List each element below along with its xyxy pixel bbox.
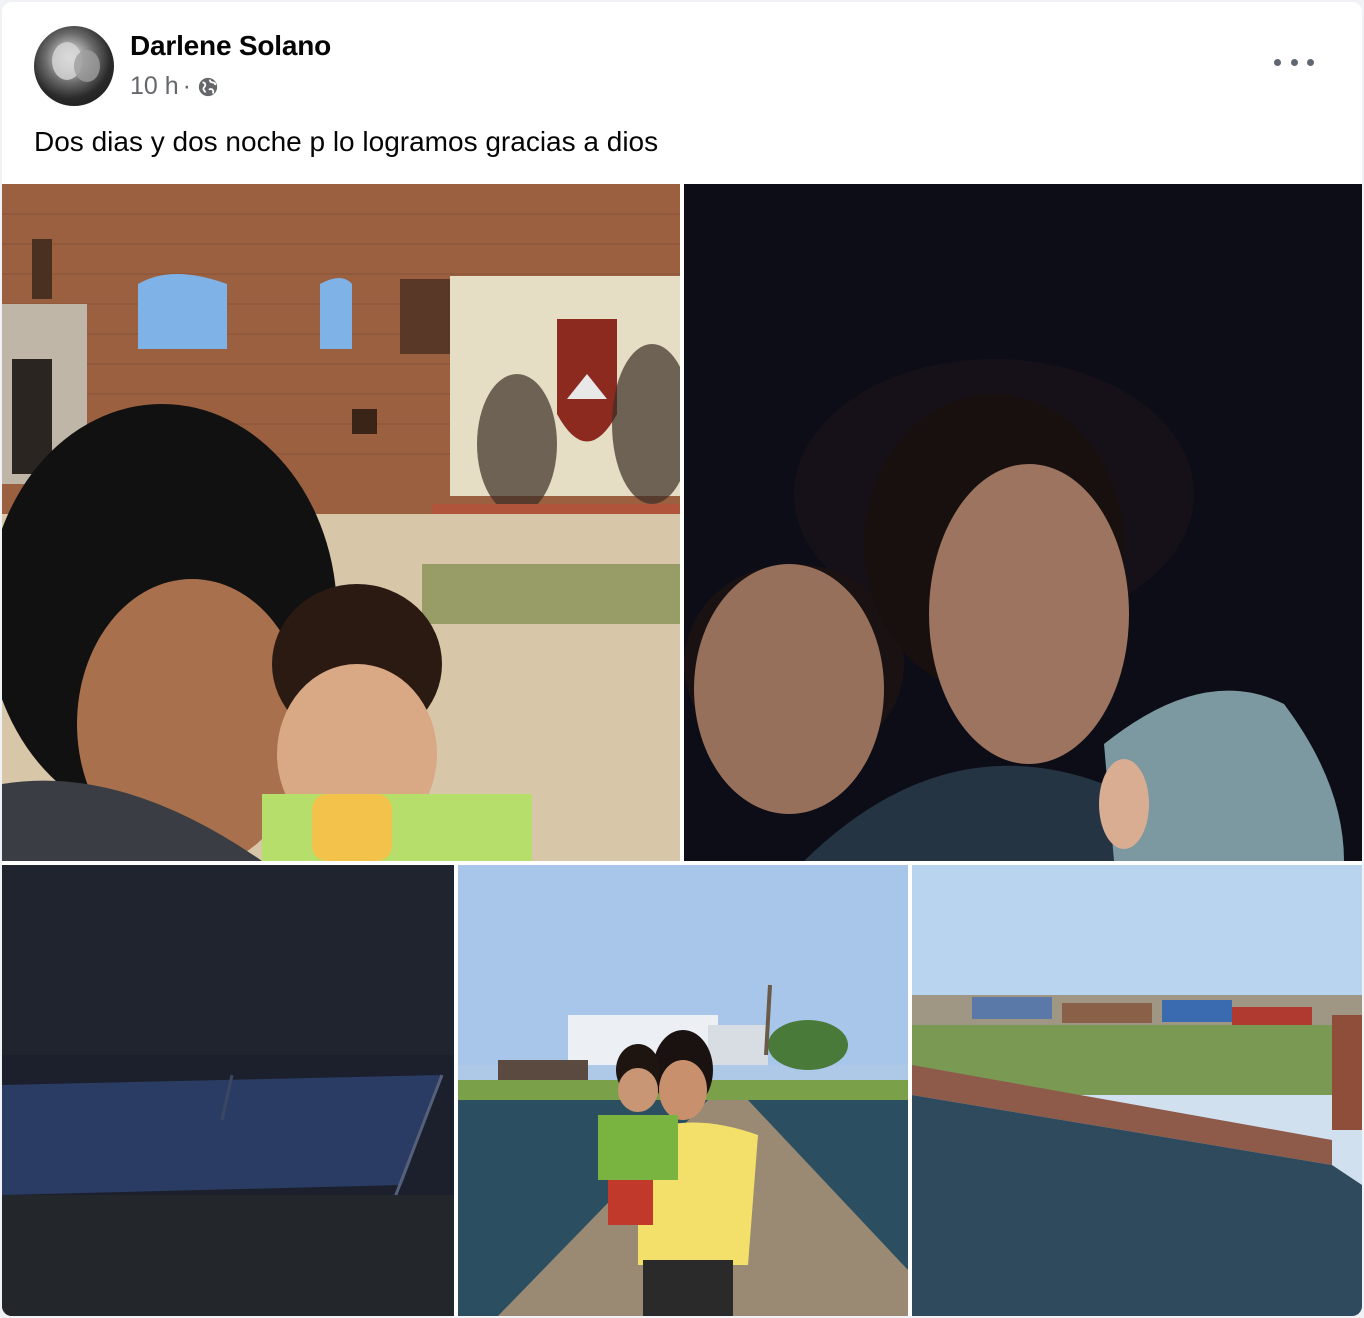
photo-1[interactable]: [2, 184, 680, 861]
post-text: Dos dias y dos noche p lo logramos graci…: [34, 126, 659, 157]
more-dot: [1307, 58, 1314, 66]
post-header: Darlene Solano 10 h · Dos dias y dos noc…: [2, 2, 1362, 182]
avatar[interactable]: [34, 26, 114, 106]
more-horizontal-icon: [1274, 58, 1281, 66]
more-options-button[interactable]: [1274, 50, 1314, 74]
more-dot: [1290, 58, 1298, 66]
author-name[interactable]: Darlene Solano: [130, 30, 331, 62]
photo-3[interactable]: [2, 865, 454, 1316]
globe-icon[interactable]: [197, 76, 219, 98]
post-meta: 10 h ·: [130, 72, 219, 101]
photo-2[interactable]: [684, 184, 1362, 861]
post-timestamp[interactable]: 10 h: [130, 72, 179, 101]
post-card: Darlene Solano 10 h · Dos dias y dos noc…: [2, 2, 1362, 1316]
photo-4[interactable]: [458, 865, 908, 1316]
meta-separator: ·: [182, 72, 191, 100]
photo-5[interactable]: [912, 865, 1362, 1316]
